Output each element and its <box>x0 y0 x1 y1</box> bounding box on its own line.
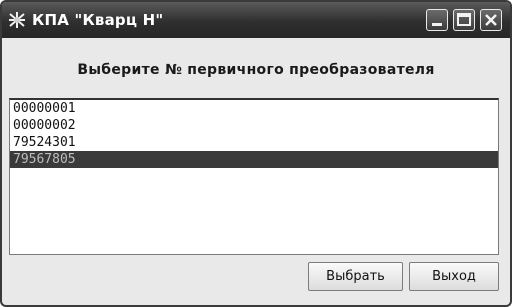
list-item-selected[interactable]: 79567805 <box>10 151 498 168</box>
prompt-heading: Выберите № первичного преобразователя <box>77 62 435 78</box>
list-item[interactable]: 79524301 <box>10 134 498 151</box>
title-bar[interactable]: КПА "Кварц Н" <box>2 2 510 38</box>
window-title: КПА "Кварц Н" <box>32 11 164 29</box>
exit-button[interactable]: Выход <box>409 262 499 291</box>
app-icon <box>8 11 26 29</box>
dialog-window: КПА "Кварц Н" Выберите № первичного прео… <box>0 0 512 307</box>
maximize-icon[interactable] <box>453 9 475 31</box>
sensor-number-list[interactable]: 00000001 00000002 79524301 79567805 <box>9 98 499 255</box>
list-item[interactable]: 00000002 <box>10 117 498 134</box>
list-item[interactable]: 00000001 <box>10 100 498 117</box>
select-button[interactable]: Выбрать <box>308 262 403 291</box>
close-icon[interactable] <box>480 9 502 31</box>
minimize-icon[interactable] <box>426 9 448 31</box>
